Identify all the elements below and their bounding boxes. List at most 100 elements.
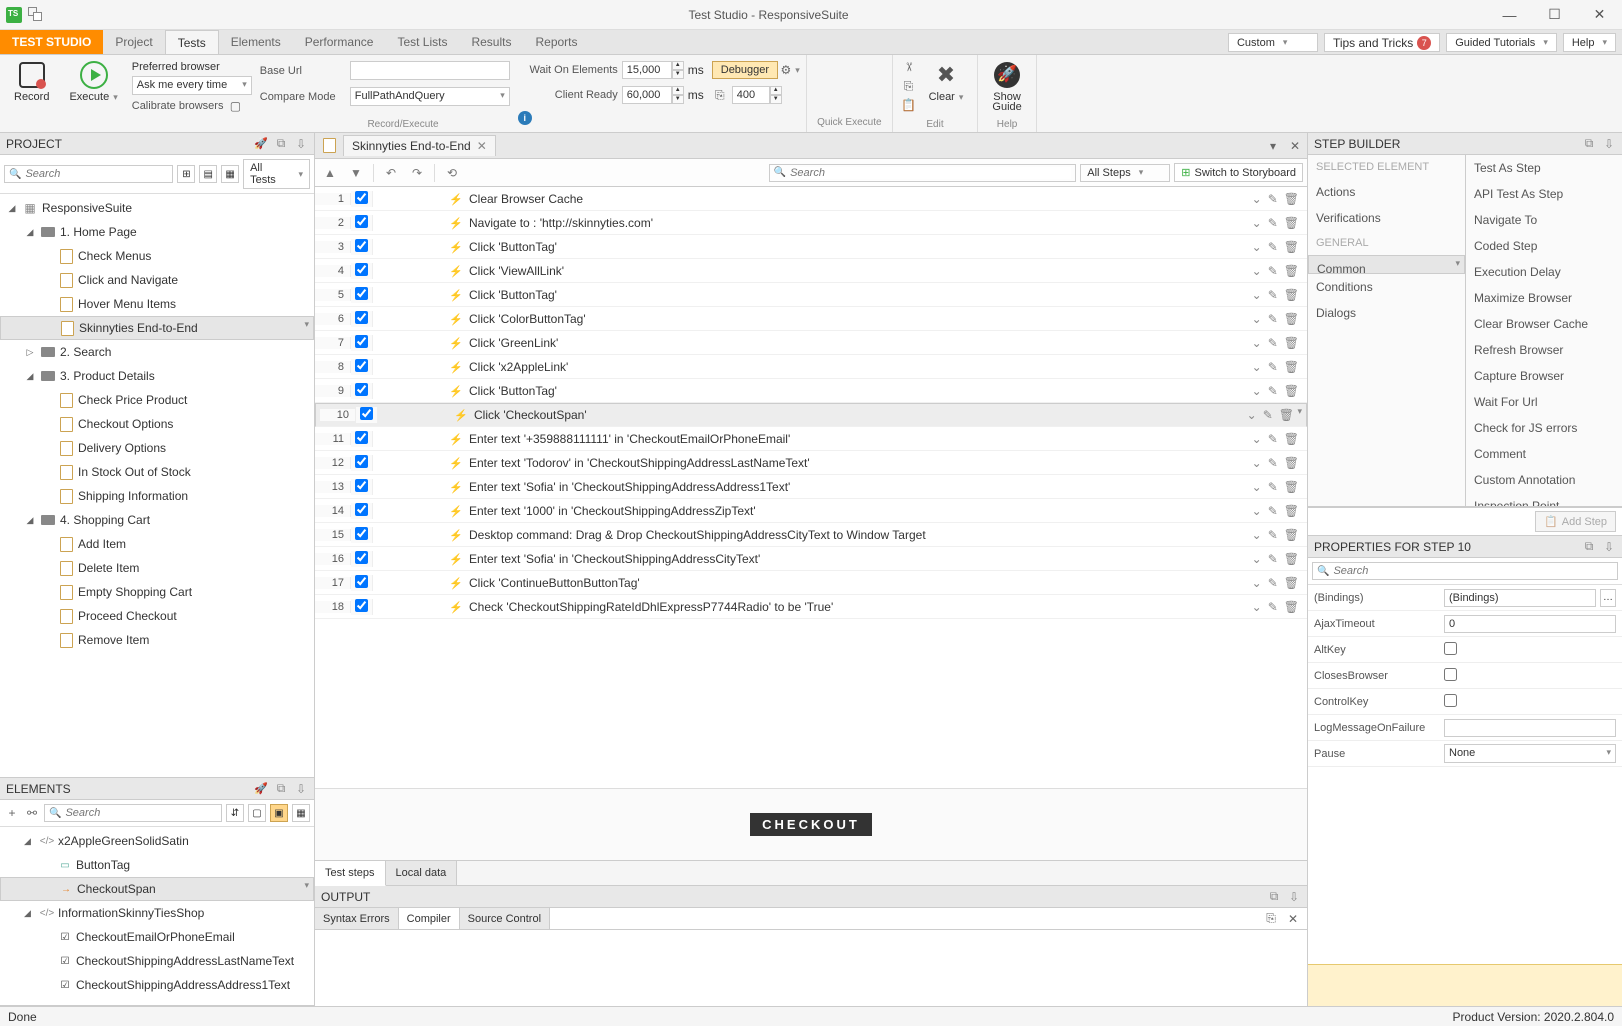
- project-tree-item[interactable]: Check Menus: [0, 244, 314, 268]
- project-tree-item[interactable]: Remove Item: [0, 628, 314, 652]
- output-tab-syntax[interactable]: Syntax Errors: [315, 908, 399, 929]
- elements-pin-icon[interactable]: ⇩: [294, 782, 308, 796]
- props-popup-icon[interactable]: [1582, 540, 1596, 554]
- elements-tree-item[interactable]: ▭ButtonTag: [0, 853, 314, 877]
- prop-checkbox[interactable]: [1444, 668, 1457, 681]
- step-checkbox[interactable]: [355, 455, 368, 468]
- step-row[interactable]: 10Click 'CheckoutSpan'⌄✎🗑: [315, 403, 1307, 427]
- tab-project[interactable]: Project: [103, 30, 164, 54]
- step-delete-icon[interactable]: 🗑: [1284, 288, 1299, 302]
- step-delete-icon[interactable]: 🗑: [1284, 216, 1299, 230]
- file-tab-close-icon[interactable]: ✕: [477, 139, 487, 153]
- stepbuilder-popup-icon[interactable]: [1582, 137, 1596, 151]
- tab-tests[interactable]: Tests: [165, 30, 219, 54]
- project-tree-item[interactable]: ◢4. Shopping Cart: [0, 508, 314, 532]
- project-tree-item[interactable]: ◢ResponsiveSuite: [0, 196, 314, 220]
- step-builder-action[interactable]: Refresh Browser: [1466, 337, 1622, 363]
- project-tree-item[interactable]: Skinnyties End-to-End: [0, 316, 314, 340]
- float-windows-icon[interactable]: [28, 7, 44, 23]
- step-builder-category[interactable]: Actions: [1308, 179, 1465, 205]
- all-tests-select[interactable]: All Tests: [243, 159, 310, 189]
- prop-select[interactable]: None: [1444, 744, 1616, 763]
- output-copy-icon[interactable]: ⎘: [1263, 911, 1279, 927]
- calibrate-icon[interactable]: ▢: [227, 98, 243, 114]
- minimize-button[interactable]: —: [1487, 0, 1532, 30]
- project-tree-item[interactable]: In Stock Out of Stock: [0, 460, 314, 484]
- step-delete-icon[interactable]: 🗑: [1284, 576, 1299, 590]
- elements-tree-item[interactable]: ◢</>x2AppleGreenSolidSatin: [0, 829, 314, 853]
- step-edit-icon[interactable]: ✎: [1268, 432, 1278, 446]
- project-pin-icon[interactable]: ⇩: [294, 137, 308, 151]
- prop-more-button[interactable]: …: [1600, 589, 1616, 607]
- step-delete-icon[interactable]: 🗑: [1284, 192, 1299, 206]
- prop-input[interactable]: [1444, 615, 1616, 633]
- redo-icon[interactable]: ↷: [406, 162, 428, 184]
- step-expand-icon[interactable]: ⌄: [1252, 480, 1262, 494]
- steps-search-input[interactable]: [790, 167, 1071, 179]
- custom-select[interactable]: Custom: [1228, 33, 1318, 52]
- step-builder-categories[interactable]: SELECTED ELEMENTActionsVerificationsGENE…: [1308, 155, 1466, 506]
- tab-reports[interactable]: Reports: [523, 30, 589, 54]
- step-edit-icon[interactable]: ✎: [1268, 456, 1278, 470]
- debugger-button[interactable]: Debugger: [712, 61, 778, 79]
- wait-on-spinner[interactable]: ▲▼: [622, 61, 684, 79]
- step-builder-action[interactable]: Navigate To: [1466, 207, 1622, 233]
- output-pin-icon[interactable]: ⇩: [1287, 890, 1301, 904]
- project-tree-item[interactable]: Click and Navigate: [0, 268, 314, 292]
- step-builder-category[interactable]: Dialogs: [1308, 300, 1465, 326]
- step-row[interactable]: 3Click 'ButtonTag'⌄✎🗑: [315, 235, 1307, 259]
- step-row[interactable]: 16Enter text 'Sofia' in 'CheckoutShippin…: [315, 547, 1307, 571]
- step-delete-icon[interactable]: 🗑: [1284, 240, 1299, 254]
- project-filter3-icon[interactable]: ▦: [221, 165, 239, 183]
- step-delete-icon[interactable]: 🗑: [1284, 552, 1299, 566]
- add-step-button[interactable]: Add Step: [1535, 511, 1616, 532]
- elements-tree-item[interactable]: ◢</>InformationSkinnyTiesShop: [0, 901, 314, 925]
- step-checkbox[interactable]: [355, 431, 368, 444]
- project-tree-item[interactable]: ▷2. Search: [0, 340, 314, 364]
- step-expand-icon[interactable]: ⌄: [1252, 456, 1262, 470]
- all-steps-select[interactable]: All Steps: [1080, 164, 1170, 182]
- subtab-local-data[interactable]: Local data: [386, 861, 458, 885]
- step-expand-icon[interactable]: ⌄: [1252, 192, 1262, 206]
- step-builder-actions[interactable]: Test As StepAPI Test As StepNavigate ToC…: [1466, 155, 1622, 506]
- step-expand-icon[interactable]: ⌄: [1252, 384, 1262, 398]
- close-button[interactable]: ✕: [1577, 0, 1622, 30]
- props-search[interactable]: [1312, 562, 1618, 580]
- step-expand-icon[interactable]: ⌄: [1252, 216, 1262, 230]
- step-builder-category[interactable]: Verifications: [1308, 205, 1465, 231]
- step-checkbox[interactable]: [355, 215, 368, 228]
- step-expand-icon[interactable]: ⌄: [1252, 432, 1262, 446]
- step-checkbox[interactable]: [355, 239, 368, 252]
- file-tab[interactable]: Skinnyties End-to-End✕: [343, 135, 496, 156]
- step-expand-icon[interactable]: ⌄: [1252, 264, 1262, 278]
- step-row[interactable]: 7Click 'GreenLink'⌄✎🗑: [315, 331, 1307, 355]
- tab-results[interactable]: Results: [459, 30, 523, 54]
- step-delete-icon[interactable]: 🗑: [1284, 504, 1299, 518]
- step-checkbox[interactable]: [355, 479, 368, 492]
- elements-tree-item[interactable]: ☑CheckoutShippingAddressLastNameText: [0, 949, 314, 973]
- step-row[interactable]: 5Click 'ButtonTag'⌄✎🗑: [315, 283, 1307, 307]
- project-tree-item[interactable]: Proceed Checkout: [0, 604, 314, 628]
- execute-button[interactable]: Execute: [63, 59, 123, 105]
- step-delete-icon[interactable]: 🗑: [1284, 312, 1299, 326]
- stepbuilder-pin-icon[interactable]: ⇩: [1602, 137, 1616, 151]
- refresh-icon[interactable]: ⟲: [441, 162, 463, 184]
- step-delete-icon[interactable]: 🗑: [1284, 360, 1299, 374]
- step-checkbox[interactable]: [355, 575, 368, 588]
- step-edit-icon[interactable]: ✎: [1268, 360, 1278, 374]
- guided-tutorials-button[interactable]: Guided Tutorials: [1446, 33, 1557, 52]
- step-expand-icon[interactable]: ⌄: [1252, 600, 1262, 614]
- show-guide-button[interactable]: ShowGuide: [986, 59, 1027, 115]
- step-edit-icon[interactable]: ✎: [1268, 240, 1278, 254]
- prop-input[interactable]: [1444, 719, 1616, 737]
- step-expand-icon[interactable]: ⌄: [1252, 576, 1262, 590]
- output-tab-compiler[interactable]: Compiler: [399, 908, 460, 929]
- step-checkbox[interactable]: [355, 503, 368, 516]
- tab-performance[interactable]: Performance: [293, 30, 386, 54]
- tabbar-dropdown-icon[interactable]: ▾: [1265, 138, 1281, 154]
- step-builder-action[interactable]: Test As Step: [1466, 155, 1622, 181]
- step-delete-icon[interactable]: 🗑: [1284, 456, 1299, 470]
- elements-link-icon[interactable]: ⚯: [24, 805, 40, 821]
- prop-value[interactable]: [1444, 589, 1596, 607]
- move-down-icon[interactable]: ▼: [345, 162, 367, 184]
